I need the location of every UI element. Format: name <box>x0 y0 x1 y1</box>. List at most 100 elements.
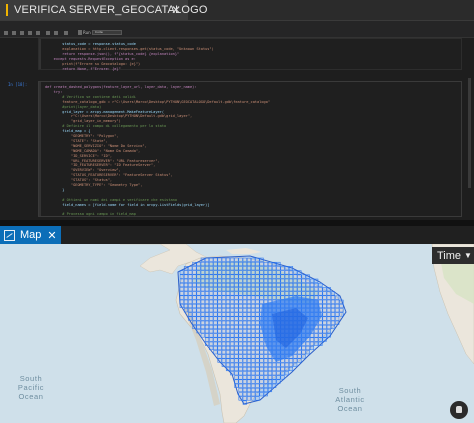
grid-cell[interactable] <box>217 333 222 338</box>
grid-cell[interactable] <box>255 341 260 346</box>
grid-cell[interactable] <box>251 358 256 363</box>
grid-cell[interactable] <box>246 270 252 275</box>
grid-cell[interactable] <box>242 387 247 393</box>
grid-cell[interactable] <box>255 287 260 292</box>
grid-cell[interactable] <box>242 303 247 309</box>
stop-icon[interactable] <box>64 31 68 35</box>
grid-cell[interactable] <box>213 291 218 296</box>
grid-cell[interactable] <box>255 266 260 271</box>
grid-cell[interactable] <box>209 261 214 267</box>
grid-cell[interactable] <box>251 337 256 342</box>
grid-cell[interactable] <box>234 278 239 283</box>
grid-cell[interactable] <box>230 371 235 376</box>
grid-cell[interactable] <box>213 320 218 325</box>
grid-cell[interactable] <box>230 354 235 359</box>
grid-cell[interactable] <box>272 274 277 279</box>
grid-cell[interactable] <box>335 295 340 300</box>
grid-cell[interactable] <box>204 341 210 346</box>
grid-cell[interactable] <box>209 324 214 330</box>
grid-cell[interactable] <box>242 316 247 321</box>
grid-cell[interactable] <box>288 278 294 283</box>
time-button[interactable]: Time ▼ <box>432 247 474 264</box>
grid-cell[interactable] <box>276 287 281 292</box>
grid-cell[interactable] <box>255 371 260 376</box>
grid-cell[interactable] <box>242 337 247 342</box>
grid-cell[interactable] <box>200 257 205 262</box>
grid-cell[interactable] <box>272 379 277 384</box>
grid-cell[interactable] <box>297 291 302 296</box>
grid-cell[interactable] <box>225 295 231 300</box>
grid-cell[interactable] <box>259 371 264 376</box>
grid-cell[interactable] <box>288 362 294 367</box>
grid-cell[interactable] <box>246 308 252 313</box>
grid-cell[interactable] <box>284 291 289 296</box>
grid-cell[interactable] <box>196 261 201 267</box>
grid-cell[interactable] <box>238 366 243 372</box>
grid-cell[interactable] <box>225 261 231 267</box>
grid-cell[interactable] <box>255 362 260 367</box>
grid-cell[interactable] <box>217 354 222 359</box>
grid-cell[interactable] <box>221 333 226 338</box>
grid-cell[interactable] <box>196 320 201 325</box>
grid-cell[interactable] <box>238 312 243 317</box>
grid-cell[interactable] <box>196 287 201 292</box>
grid-cell[interactable] <box>263 375 268 380</box>
grid-cell[interactable] <box>251 303 256 309</box>
grid-cell[interactable] <box>192 308 197 313</box>
grid-cell[interactable] <box>246 299 252 304</box>
grid-cell[interactable] <box>230 303 235 309</box>
grid-cell[interactable] <box>217 257 222 262</box>
grid-cell[interactable] <box>234 345 239 351</box>
grid-cell[interactable] <box>242 324 247 330</box>
grid-cell[interactable] <box>230 291 235 296</box>
grid-cell[interactable] <box>188 282 193 288</box>
grid-cell[interactable] <box>225 312 231 317</box>
grid-cell[interactable] <box>213 316 218 321</box>
grid-cell[interactable] <box>230 257 235 262</box>
grid-cell[interactable] <box>263 354 268 359</box>
grid-cell[interactable] <box>183 274 189 279</box>
grid-cell[interactable] <box>179 303 184 309</box>
grid-cell[interactable] <box>267 354 273 359</box>
grid-cell[interactable] <box>288 287 294 292</box>
grid-cell[interactable] <box>217 316 222 321</box>
grid-cell[interactable] <box>238 266 243 271</box>
grid-cell[interactable] <box>326 287 331 292</box>
grid-cell[interactable] <box>238 291 243 296</box>
grid-cell[interactable] <box>204 329 210 334</box>
grid-cell[interactable] <box>326 320 331 325</box>
grid-cell[interactable] <box>204 308 210 313</box>
grid-cell[interactable] <box>204 278 210 283</box>
grid-cell[interactable] <box>309 345 315 351</box>
grid-cell[interactable] <box>259 299 264 304</box>
grid-cell[interactable] <box>209 316 214 321</box>
grid-cell[interactable] <box>246 379 252 384</box>
grid-cell[interactable] <box>242 396 247 401</box>
grid-cell[interactable] <box>318 341 323 346</box>
grid-cell[interactable] <box>213 282 218 288</box>
grid-cell[interactable] <box>188 295 193 300</box>
grid-cell[interactable] <box>238 345 243 351</box>
grid-cell[interactable] <box>251 257 256 262</box>
grid-cell[interactable] <box>255 396 260 401</box>
grid-cell[interactable] <box>301 354 306 359</box>
grid-cell[interactable] <box>251 320 256 325</box>
grid-cell[interactable] <box>255 303 260 309</box>
grid-cell[interactable] <box>335 303 340 309</box>
grid-cell[interactable] <box>276 278 281 283</box>
grid-cell[interactable] <box>217 337 222 342</box>
grid-cell[interactable] <box>234 354 239 359</box>
grid-cell[interactable] <box>238 282 243 288</box>
grid-cell[interactable] <box>251 345 256 351</box>
grid-cell[interactable] <box>339 303 344 309</box>
grid-cell[interactable] <box>288 270 294 275</box>
grid-cell[interactable] <box>196 278 201 283</box>
grid-cell[interactable] <box>188 291 193 296</box>
grid-cell[interactable] <box>284 278 289 283</box>
grid-cell[interactable] <box>259 295 264 300</box>
grid-cell[interactable] <box>301 274 306 279</box>
grid-cell[interactable] <box>251 366 256 372</box>
grid-cell[interactable] <box>238 333 243 338</box>
grid-cell[interactable] <box>238 257 243 262</box>
grid-cell[interactable] <box>225 350 231 355</box>
